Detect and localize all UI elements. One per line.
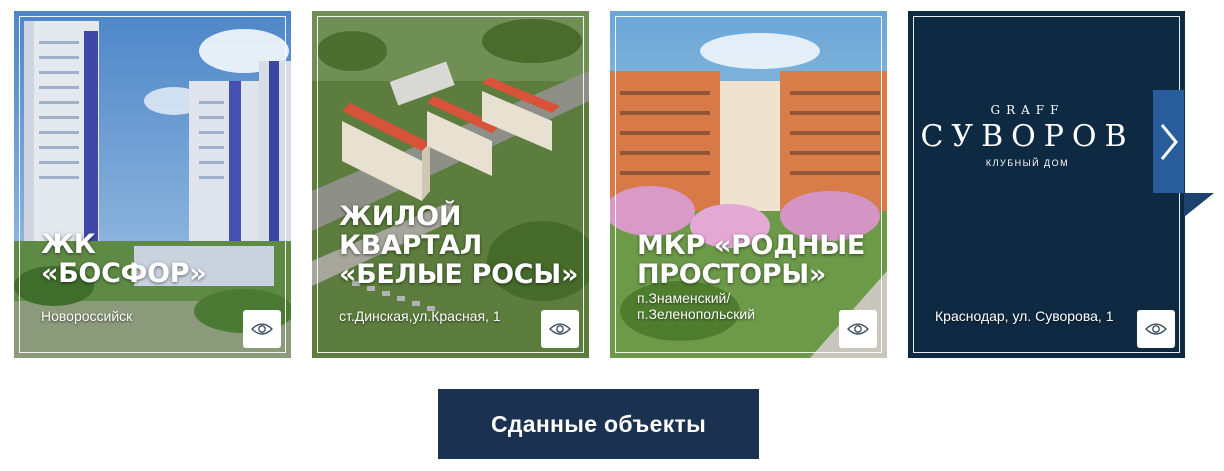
eye-icon (251, 323, 273, 335)
graff-suvorov-logo: GRAFF СУВОРОВ КЛУБНЫЙ ДОМ (908, 103, 1147, 168)
project-address: Краснодар, ул. Суворова, 1 (935, 308, 1114, 324)
logo-title: СУВОРОВ (920, 119, 1135, 154)
logo-brand: GRAFF (990, 103, 1065, 117)
project-title: МКР «РОДНЫЕ ПРОСТОРЫ» (637, 230, 866, 290)
completed-projects-button[interactable]: Сданные объекты (438, 389, 759, 459)
view-button[interactable] (541, 310, 579, 348)
carousel-next-fold (1184, 193, 1214, 217)
project-title: ЖК «БОСФОР» (41, 229, 207, 289)
project-card-graff-suvorov[interactable]: GRAFF СУВОРОВ КЛУБНЫЙ ДОМ Краснодар, ул.… (908, 11, 1185, 358)
view-button[interactable] (839, 310, 877, 348)
card-frame (913, 16, 1180, 353)
project-card-belye-rosy[interactable]: ЖИЛОЙ КВАРТАЛ «БЕЛЫЕ РОСЫ» ст.Динская,ул… (312, 11, 589, 358)
view-button[interactable] (1137, 310, 1175, 348)
chevron-right-icon (1160, 123, 1178, 160)
eye-icon (847, 323, 869, 335)
project-title: ЖИЛОЙ КВАРТАЛ «БЕЛЫЕ РОСЫ» (339, 201, 579, 290)
eye-icon (1145, 323, 1167, 335)
project-card-rodnye-prostory[interactable]: МКР «РОДНЫЕ ПРОСТОРЫ» п.Знаменский/ п.Зе… (610, 11, 887, 358)
project-photo (312, 11, 589, 358)
projects-carousel: ЖК «БОСФОР» Новороссийск ЖИЛОЙ КВАРТАЛ «… (0, 0, 1224, 380)
project-card-bosfor[interactable]: ЖК «БОСФОР» Новороссийск (14, 11, 291, 358)
project-address: п.Знаменский/ п.Зеленопольский (637, 290, 756, 322)
project-photo (14, 11, 291, 358)
eye-icon (549, 323, 571, 335)
view-button[interactable] (243, 310, 281, 348)
project-address: ст.Динская,ул.Красная, 1 (339, 308, 501, 324)
project-address: Новороссийск (41, 308, 133, 324)
logo-subtitle: КЛУБНЫЙ ДОМ (985, 158, 1070, 168)
carousel-next-button[interactable] (1153, 90, 1184, 193)
